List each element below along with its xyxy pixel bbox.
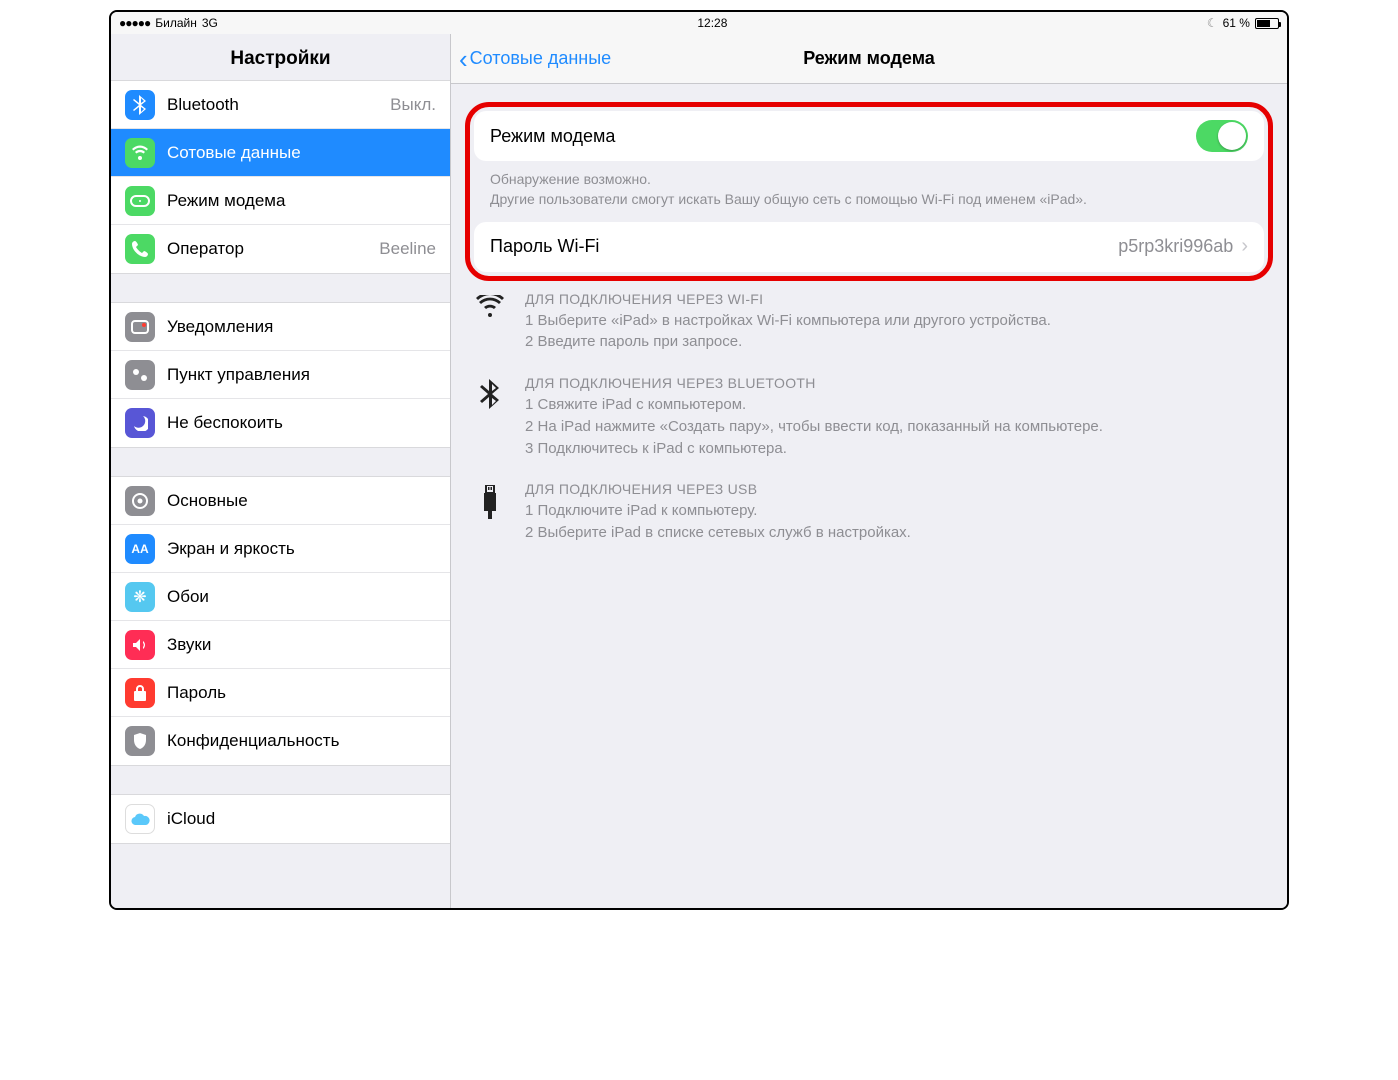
clock: 12:28 (697, 16, 727, 30)
instr-bt-title: ДЛЯ ПОДКЛЮЧЕНИЯ ЧЕРЕЗ BLUETOOTH (525, 375, 1103, 391)
bluetooth-icon (125, 90, 155, 120)
passcode-icon (125, 678, 155, 708)
control-center-icon (125, 360, 155, 390)
back-button[interactable]: ‹ Сотовые данные (451, 46, 611, 72)
battery-percent: 61 % (1223, 16, 1250, 30)
sidebar-item-label: Обои (167, 587, 436, 607)
sidebar-item-label: Сотовые данные (167, 143, 436, 163)
sidebar-item-carrier[interactable]: Оператор Beeline (111, 225, 450, 273)
status-bar: ●●●●● Билайн 3G 12:28 ☾ 61 % (111, 12, 1287, 34)
hotspot-caption: Обнаружение возможно. Другие пользовател… (474, 161, 1264, 222)
sidebar-item-sounds[interactable]: Звуки (111, 621, 450, 669)
network-label: 3G (202, 16, 218, 30)
sidebar-item-label: Уведомления (167, 317, 436, 337)
highlight-frame: Режим модема Обнаружение возможно. Други… (465, 102, 1273, 281)
hotspot-toggle[interactable] (1196, 120, 1248, 152)
instructions: ДЛЯ ПОДКЛЮЧЕНИЯ ЧЕРЕЗ WI-FI 1 Выберите «… (451, 281, 1287, 576)
sidebar-item-notifications[interactable]: Уведомления (111, 303, 450, 351)
sidebar-title: Настройки (111, 34, 450, 80)
sidebar-item-control-center[interactable]: Пункт управления (111, 351, 450, 399)
sidebar-item-value: Beeline (379, 239, 436, 259)
sidebar-item-label: Основные (167, 491, 436, 511)
wifi-password-row[interactable]: Пароль Wi-Fi p5rp3kri996ab › (474, 222, 1264, 272)
hotspot-toggle-row[interactable]: Режим модема (474, 111, 1264, 161)
signal-dots-icon: ●●●●● (119, 16, 150, 30)
sidebar-item-label: Звуки (167, 635, 436, 655)
carrier-label: Билайн (155, 16, 197, 30)
dnd-icon (125, 408, 155, 438)
sidebar-item-label: Bluetooth (167, 95, 390, 115)
bluetooth-large-icon (473, 375, 507, 459)
cellular-icon (125, 138, 155, 168)
sidebar-item-passcode[interactable]: Пароль (111, 669, 450, 717)
instr-usb-title: ДЛЯ ПОДКЛЮЧЕНИЯ ЧЕРЕЗ USB (525, 481, 911, 497)
sidebar-item-general[interactable]: Основные (111, 477, 450, 525)
sidebar-item-wallpaper[interactable]: ❋ Обои (111, 573, 450, 621)
chevron-right-icon: › (1241, 235, 1248, 258)
sidebar-item-label: Режим модема (167, 191, 436, 211)
dnd-moon-icon: ☾ (1207, 16, 1218, 30)
sidebar-item-label: Оператор (167, 239, 379, 259)
hotspot-icon (125, 186, 155, 216)
wifi-icon (473, 291, 507, 354)
sidebar-item-hotspot[interactable]: Режим модема (111, 177, 450, 225)
icloud-icon (125, 804, 155, 834)
detail-pane: ‹ Сотовые данные Режим модема Режим моде… (451, 34, 1287, 908)
sidebar-item-label: Не беспокоить (167, 413, 436, 433)
display-icon: AA (125, 534, 155, 564)
usb-icon (473, 481, 507, 544)
sidebar-item-icloud[interactable]: iCloud (111, 795, 450, 843)
sidebar-item-privacy[interactable]: Конфиденциальность (111, 717, 450, 765)
general-icon (125, 486, 155, 516)
detail-header: ‹ Сотовые данные Режим модема (451, 34, 1287, 84)
sidebar-item-label: Конфиденциальность (167, 731, 436, 751)
back-label: Сотовые данные (470, 48, 612, 69)
sidebar-item-display[interactable]: AA Экран и яркость (111, 525, 450, 573)
sidebar-item-value: Выкл. (390, 95, 436, 115)
settings-sidebar[interactable]: Настройки Bluetooth Выкл. Сотовые данные… (111, 34, 451, 908)
sidebar-item-cellular[interactable]: Сотовые данные (111, 129, 450, 177)
wallpaper-icon: ❋ (125, 582, 155, 612)
sounds-icon (125, 630, 155, 660)
phone-icon (125, 234, 155, 264)
sidebar-item-label: Пароль (167, 683, 436, 703)
ipad-settings-window: ●●●●● Билайн 3G 12:28 ☾ 61 % Настройки B… (109, 10, 1289, 910)
sidebar-item-bluetooth[interactable]: Bluetooth Выкл. (111, 81, 450, 129)
hotspot-label: Режим модема (490, 126, 1196, 147)
wifi-password-value: p5rp3kri996ab (1118, 236, 1233, 257)
notifications-icon (125, 312, 155, 342)
sidebar-item-label: iCloud (167, 809, 436, 829)
sidebar-item-label: Экран и яркость (167, 539, 436, 559)
chevron-left-icon: ‹ (459, 46, 468, 72)
instr-wifi-title: ДЛЯ ПОДКЛЮЧЕНИЯ ЧЕРЕЗ WI-FI (525, 291, 1051, 307)
sidebar-item-dnd[interactable]: Не беспокоить (111, 399, 450, 447)
privacy-icon (125, 726, 155, 756)
sidebar-item-label: Пункт управления (167, 365, 436, 385)
battery-icon (1255, 18, 1279, 29)
wifi-password-label: Пароль Wi-Fi (490, 236, 1118, 257)
